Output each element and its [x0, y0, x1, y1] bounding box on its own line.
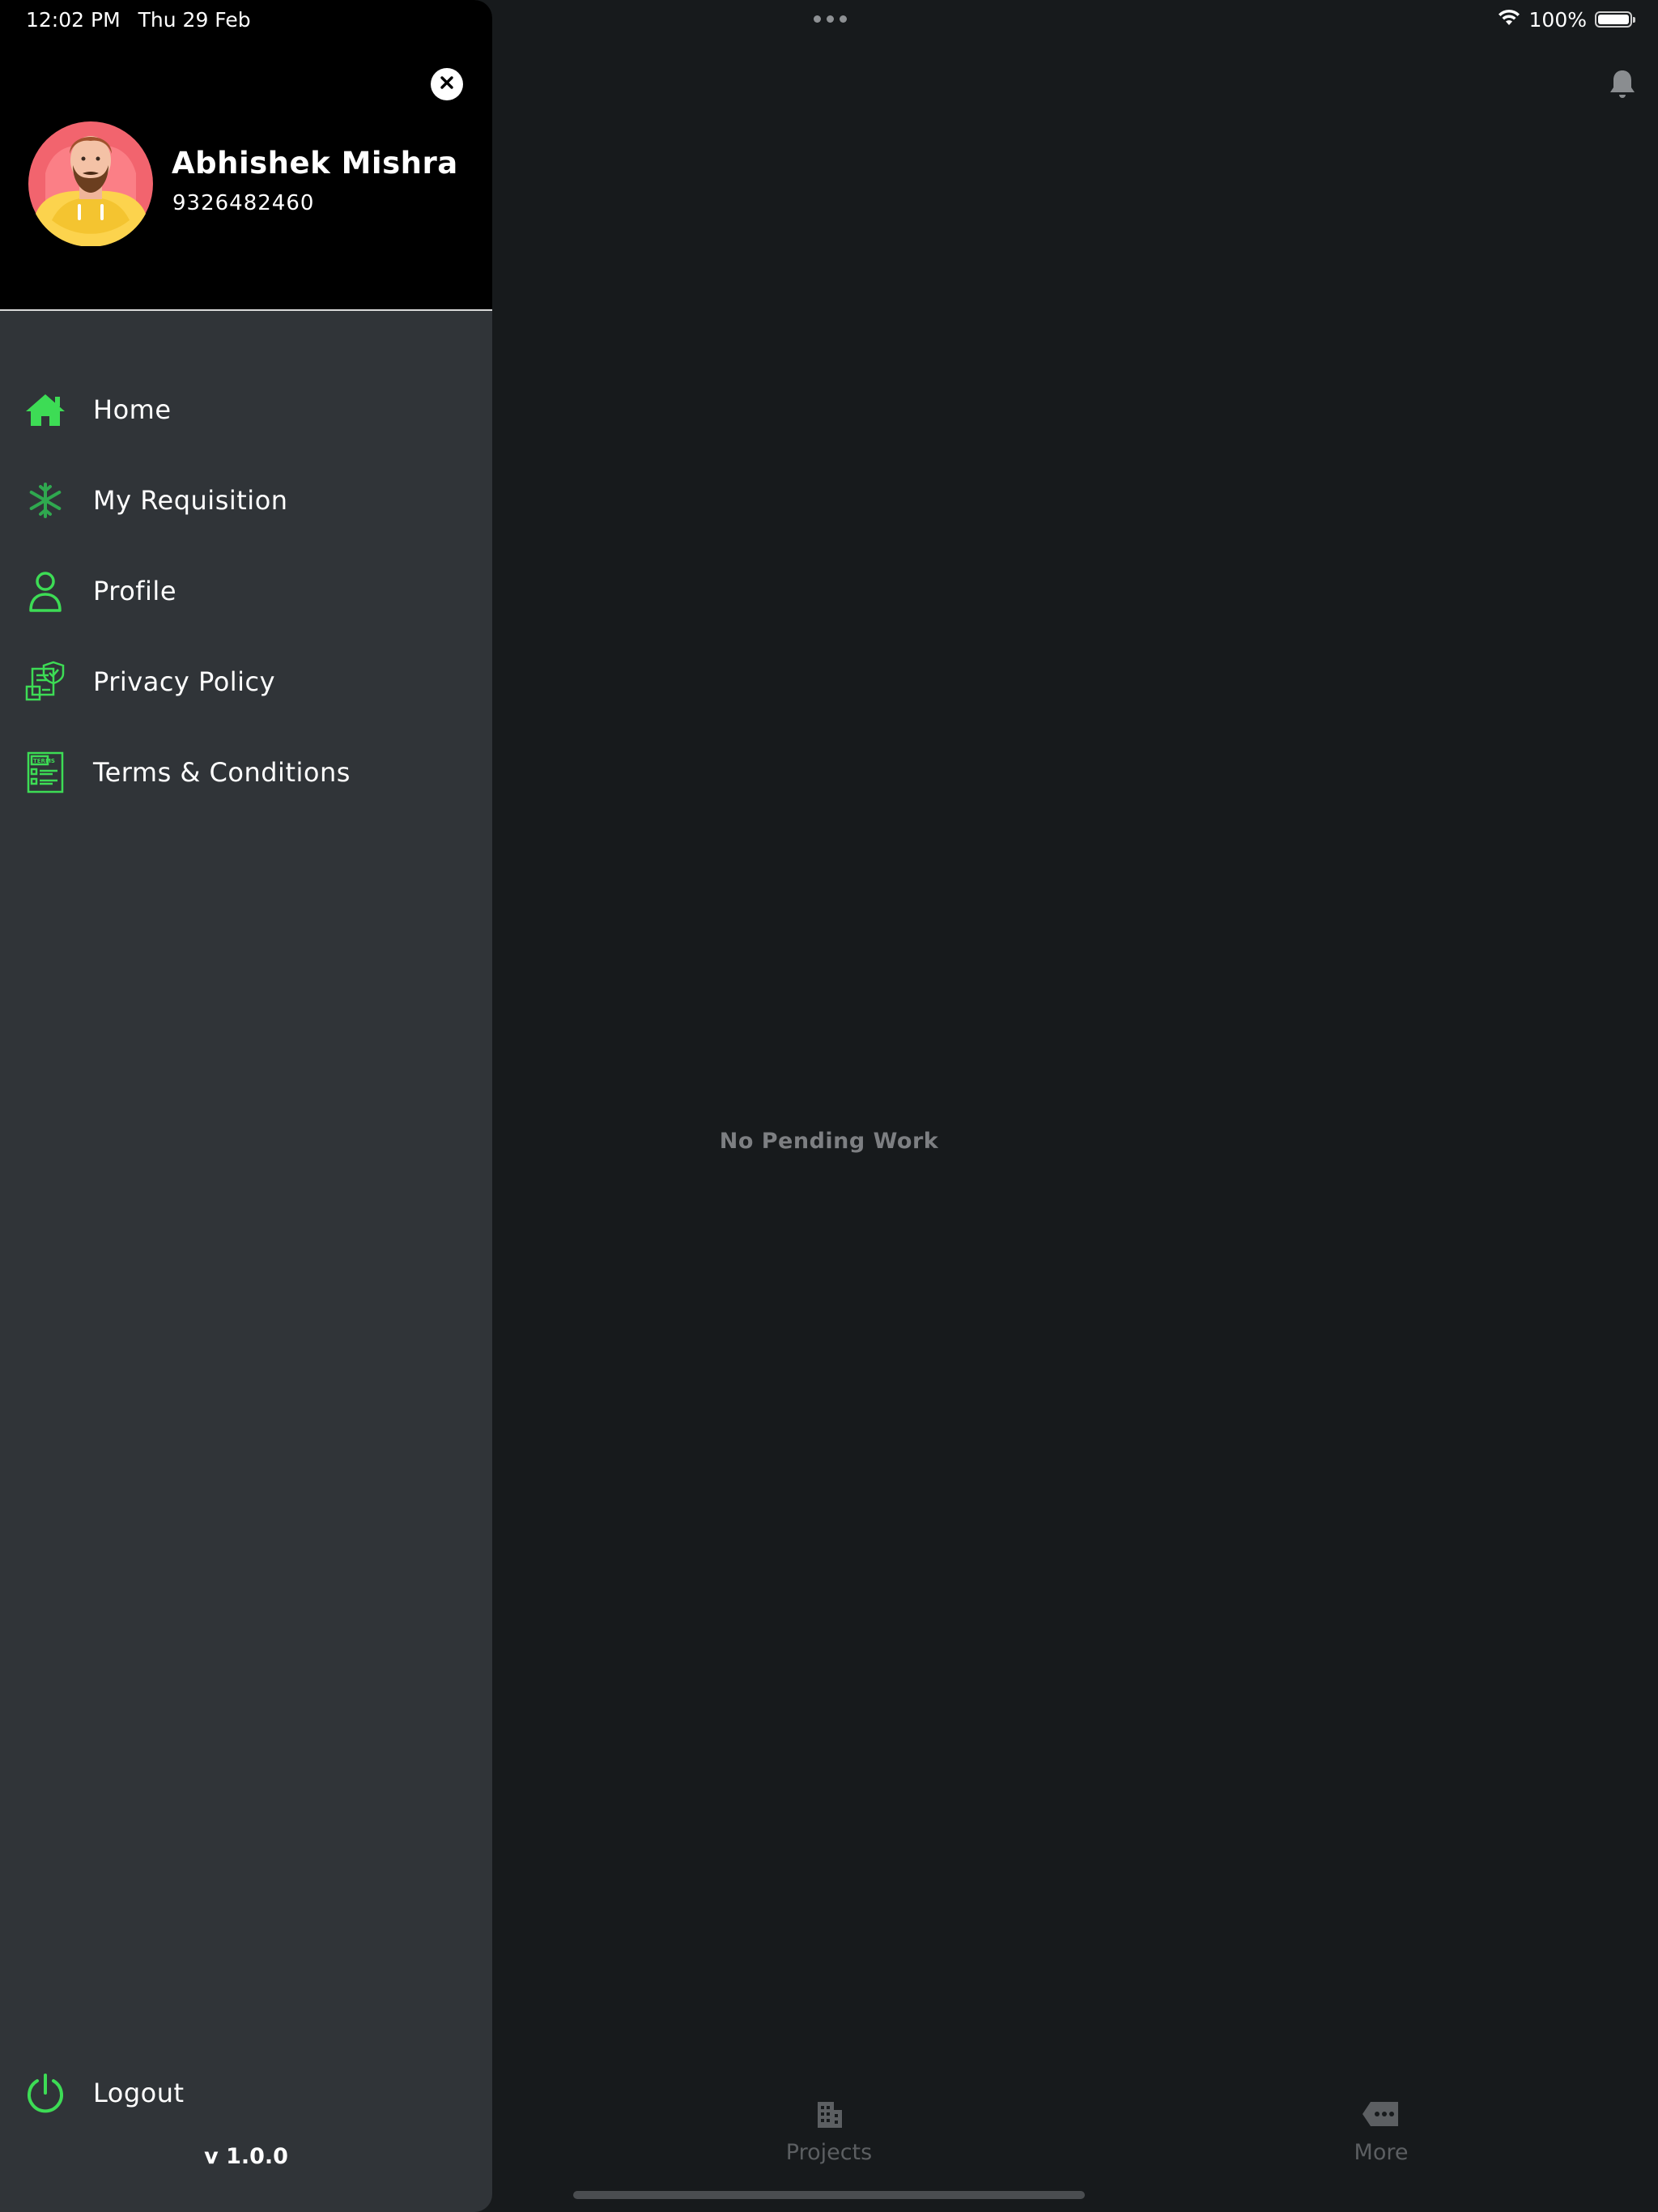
- status-time: 12:02 PM: [26, 7, 121, 32]
- drawer-header: 12:02 PM Thu 29 Feb Abhishek Mishra 9326…: [0, 0, 492, 311]
- wifi-icon: [1497, 8, 1521, 32]
- notification-bell-icon[interactable]: [1608, 68, 1637, 100]
- menu-item-home[interactable]: Home: [0, 369, 492, 450]
- tab-more-label: More: [1354, 2140, 1409, 2165]
- user-name: Abhishek Mishra: [172, 146, 458, 181]
- navigation-drawer: 12:02 PM Thu 29 Feb Abhishek Mishra 9326…: [0, 0, 492, 2212]
- home-indicator[interactable]: [573, 2191, 1085, 2199]
- empty-state-message: No Pending Work: [719, 1129, 939, 1154]
- tab-projects[interactable]: Projects: [756, 2099, 902, 2165]
- close-drawer-button[interactable]: [431, 68, 463, 100]
- close-icon: [439, 74, 455, 94]
- tab-more[interactable]: More: [1308, 2099, 1454, 2165]
- bottom-tab-bar: Projects More: [492, 2099, 1658, 2172]
- user-phone: 9326482460: [172, 191, 315, 215]
- menu-item-my-requisition[interactable]: My Requisition: [0, 460, 492, 541]
- menu-item-profile-label: Profile: [93, 576, 176, 606]
- home-icon: [23, 387, 68, 432]
- app-screen: 100% No Pending Work Projects More 12:02…: [0, 0, 1658, 2212]
- building-icon: [813, 2099, 845, 2140]
- user-icon: [23, 568, 68, 614]
- privacy-document-icon: [23, 659, 68, 704]
- multitasking-dots-icon[interactable]: [810, 13, 850, 24]
- more-tag-icon: [1361, 2099, 1401, 2140]
- status-bar-right: 100%: [1497, 5, 1635, 34]
- status-bar-left: 12:02 PM Thu 29 Feb: [26, 5, 251, 34]
- terms-document-icon: TERMS: [23, 750, 68, 795]
- menu-item-terms-conditions[interactable]: TERMS Terms & Conditions: [0, 732, 492, 813]
- status-date: Thu 29 Feb: [138, 7, 251, 32]
- battery-percent: 100%: [1528, 7, 1587, 32]
- logout-button[interactable]: Logout: [0, 2057, 492, 2134]
- app-version: v 1.0.0: [204, 2144, 288, 2169]
- logout-label: Logout: [93, 2078, 185, 2108]
- svg-text:TERMS: TERMS: [33, 758, 55, 764]
- snowflake-icon: [23, 478, 68, 523]
- menu-item-privacy-policy[interactable]: Privacy Policy: [0, 641, 492, 722]
- tab-projects-label: Projects: [785, 2140, 873, 2165]
- menu-item-profile[interactable]: Profile: [0, 551, 492, 632]
- menu-item-my-requisition-label: My Requisition: [93, 485, 288, 516]
- power-icon: [23, 2071, 68, 2116]
- avatar: [28, 117, 154, 247]
- menu-item-terms-conditions-label: Terms & Conditions: [93, 757, 351, 788]
- menu-item-home-label: Home: [93, 394, 172, 425]
- battery-icon: [1595, 11, 1635, 28]
- menu-item-privacy-policy-label: Privacy Policy: [93, 666, 276, 697]
